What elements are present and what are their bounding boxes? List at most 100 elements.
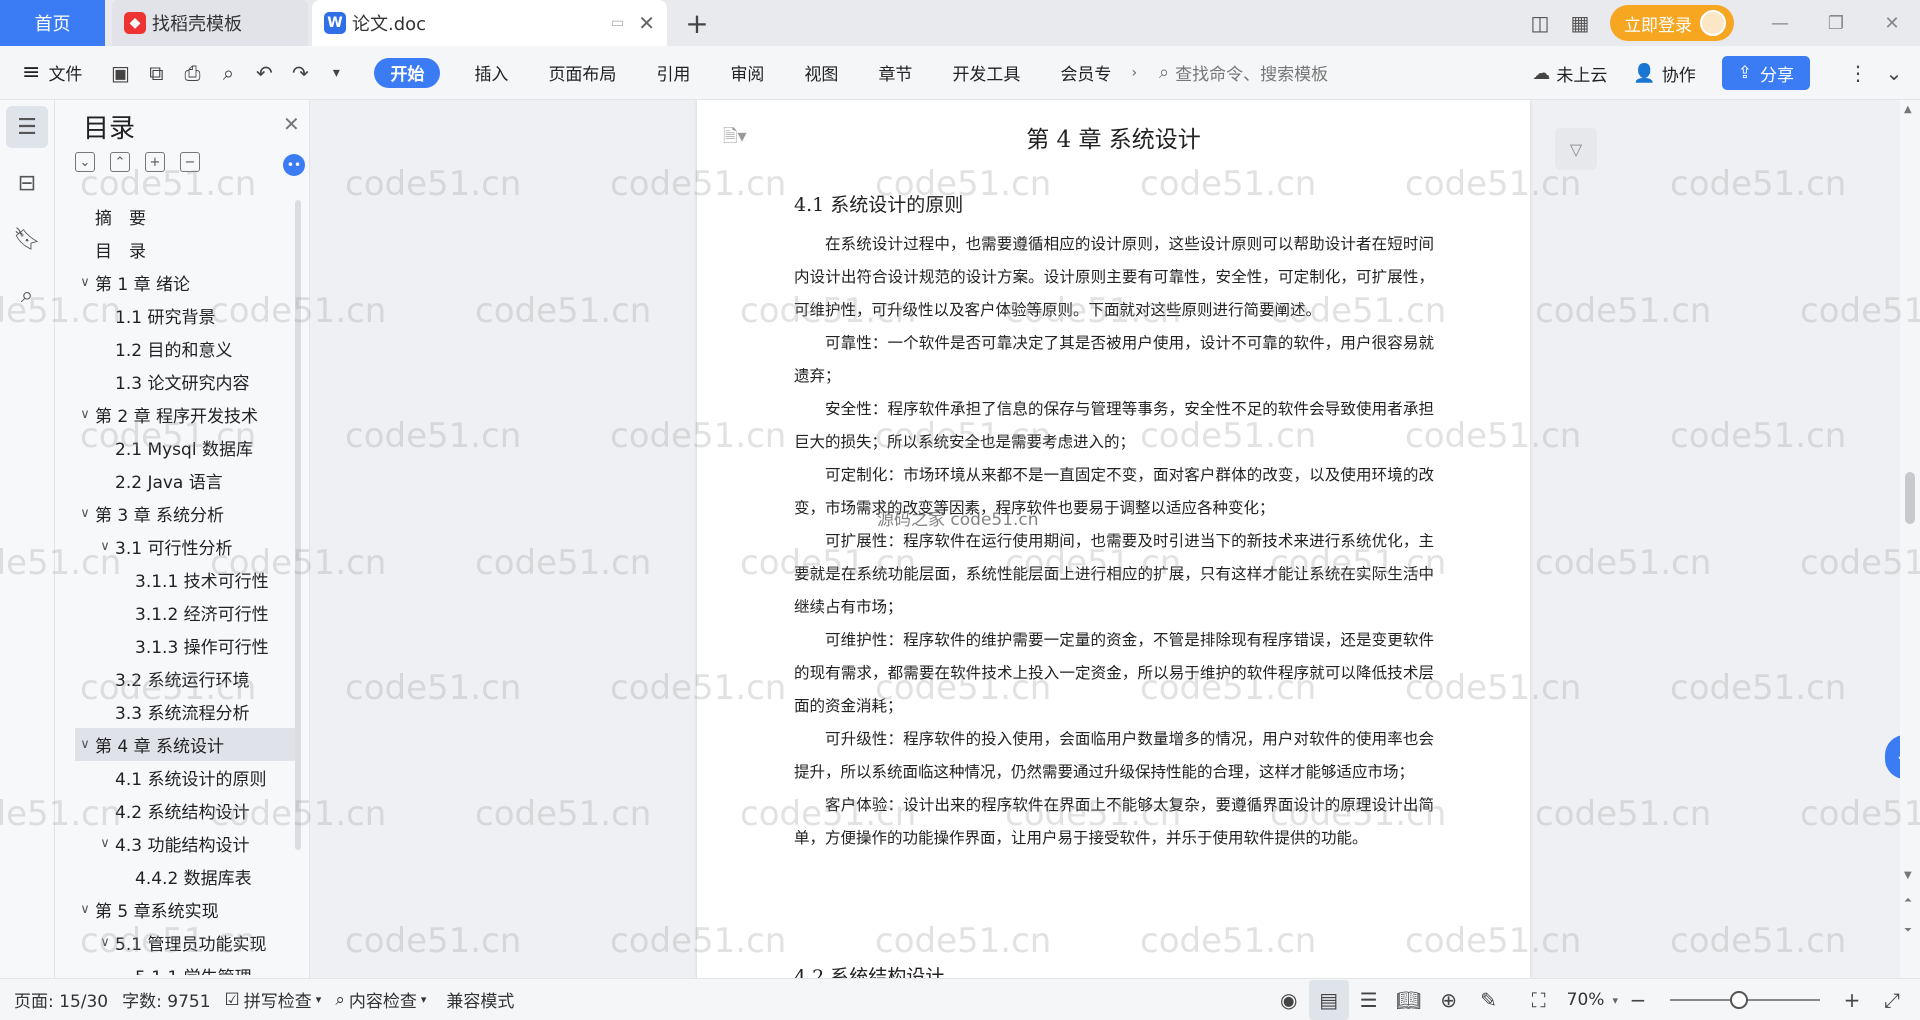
ai-assistant-icon[interactable]: •• (283, 154, 305, 176)
toc-item[interactable]: 3.3 系统流程分析 (75, 695, 295, 728)
reading-view-icon[interactable]: 📖︎ (1389, 980, 1429, 1020)
remove-heading-icon[interactable]: − (180, 152, 200, 172)
chevron-down-icon[interactable]: ∨ (95, 935, 115, 950)
chevron-down-icon[interactable]: ∨ (95, 539, 115, 554)
spell-check-button[interactable]: ☑ 拼写检查 ▾ (225, 987, 322, 1013)
menu-references[interactable]: 引用 (656, 58, 690, 88)
outline-view-icon[interactable]: ☰ (1349, 980, 1389, 1020)
word-count[interactable]: 字数: 9751 (122, 987, 210, 1012)
chevron-down-icon[interactable]: ∨ (75, 902, 95, 917)
minimize-icon[interactable]: — (1752, 0, 1808, 46)
fit-page-icon[interactable]: ⛶ (1519, 980, 1559, 1020)
menu-page-layout[interactable]: 页面布局 (548, 58, 616, 88)
outline-panel-icon[interactable]: ⊟ (6, 162, 48, 204)
toc-item[interactable]: ∨ 4.3 功能结构设计 (75, 827, 295, 860)
zoom-slider[interactable] (1670, 991, 1820, 1009)
toc-item[interactable]: 2.2 Java 语言 (75, 464, 295, 497)
menu-insert[interactable]: 插入 (474, 58, 508, 88)
toc-item[interactable]: 目 录 (75, 233, 295, 266)
toc-item[interactable]: 3.2 系统运行环境 (75, 662, 295, 695)
menu-section[interactable]: 章节 (878, 58, 912, 88)
toc-item[interactable]: ∨ 第 5 章系统实现 (75, 893, 295, 926)
new-tab-button[interactable]: + (677, 3, 717, 43)
collapse-ribbon-icon[interactable]: ⌄ (1876, 55, 1912, 91)
toc-panel-icon[interactable]: ☰ (6, 106, 48, 148)
collapse-all-icon[interactable]: ⌃ (110, 152, 130, 172)
cloud-status[interactable]: ☁ 未上云 (1532, 61, 1607, 86)
toc-item[interactable]: 3.1.1 技术可行性 (75, 563, 295, 596)
menu-home[interactable]: 开始 (374, 57, 441, 88)
close-icon[interactable]: ✕ (283, 112, 300, 136)
toc-item[interactable]: ∨ 3.1 可行性分析 (75, 530, 295, 563)
toc-item[interactable]: 1.3 论文研究内容 (75, 365, 295, 398)
find-icon[interactable]: ⌕ (6, 274, 48, 316)
toc-item[interactable]: 2.1 Mysql 数据库 (75, 431, 295, 464)
zoom-in-icon[interactable]: + (1832, 980, 1872, 1020)
toc-item[interactable]: 3.1.2 经济可行性 (75, 596, 295, 629)
apps-grid-icon[interactable]: ▦ (1560, 5, 1600, 41)
customize-dropdown-icon[interactable]: ▾ (318, 55, 354, 91)
menu-member[interactable]: 会员专 (1060, 58, 1111, 88)
close-tab-icon[interactable]: ✕ (638, 11, 655, 35)
toc-item[interactable]: 摘 要 (75, 200, 295, 233)
toc-item[interactable]: ∨ 第 4 章 系统设计 (75, 728, 295, 761)
toc-item[interactable]: 1.2 目的和意义 (75, 332, 295, 365)
tab-document[interactable]: W 论文.doc ▭ ✕ (312, 0, 667, 46)
expand-all-icon[interactable]: ⌄ (75, 152, 95, 172)
more-options-icon[interactable]: ⋮ (1840, 55, 1876, 91)
menu-developer[interactable]: 开发工具 (952, 58, 1020, 88)
more-menus-icon[interactable]: › (1131, 65, 1137, 81)
page-tools-icon[interactable]: ▽ (1555, 128, 1597, 170)
collaborate-button[interactable]: 👤 协作 (1633, 61, 1695, 86)
share-button[interactable]: ⇪ 分享 (1721, 56, 1810, 90)
monitor-icon[interactable]: ▭ (611, 15, 624, 31)
expand-side-panel-icon[interactable]: ‹ (1885, 735, 1900, 779)
menu-review[interactable]: 审阅 (730, 58, 764, 88)
close-window-icon[interactable]: ✕ (1864, 0, 1920, 46)
login-button[interactable]: 立即登录 (1610, 5, 1734, 41)
toc-item[interactable]: 4.2 系统结构设计 (75, 794, 295, 827)
zoom-out-icon[interactable]: − (1618, 980, 1658, 1020)
command-search[interactable]: ⌕ 查找命令、搜索模板 (1159, 60, 1328, 85)
next-page-icon[interactable]: ⏷ (1904, 925, 1912, 936)
toc-item[interactable]: ∨ 5.1 管理员功能实现 (75, 926, 295, 959)
zoom-slider-knob[interactable] (1730, 991, 1748, 1009)
scroll-up-icon[interactable]: ▲ (1904, 104, 1912, 115)
toc-item[interactable]: 5.1.1 学生管理 (75, 959, 295, 975)
content-check-button[interactable]: ⌕ 内容检查 ▾ (335, 987, 426, 1013)
web-view-icon[interactable]: ⊕ (1429, 980, 1469, 1020)
write-view-icon[interactable]: ✎ (1469, 980, 1509, 1020)
toc-item[interactable]: 4.4.2 数据库表 (75, 860, 295, 893)
toc-scrollbar[interactable] (295, 200, 301, 850)
page-count[interactable]: 页面: 15/30 (14, 987, 108, 1012)
chevron-down-icon[interactable]: ∨ (75, 407, 95, 422)
scroll-down-icon[interactable]: ▼ (1904, 870, 1912, 881)
page-view-icon[interactable]: ▤ (1308, 980, 1349, 1020)
toc-item[interactable]: ∨ 第 3 章 系统分析 (75, 497, 295, 530)
print-icon[interactable]: ⎙ (174, 55, 210, 91)
print-preview-icon[interactable]: ⌕ (210, 55, 246, 91)
restore-icon[interactable]: ❐ (1808, 0, 1864, 46)
chevron-down-icon[interactable]: ∨ (75, 737, 95, 752)
toc-item[interactable]: ∨ 第 2 章 程序开发技术 (75, 398, 295, 431)
fullscreen-icon[interactable]: ⤢ (1872, 980, 1912, 1020)
chevron-down-icon[interactable]: ∨ (75, 506, 95, 521)
chevron-down-icon[interactable]: ∨ (95, 836, 115, 851)
toc-item[interactable]: ∨ 第 1 章 绪论 (75, 266, 295, 299)
save-icon[interactable]: ▣ (102, 55, 138, 91)
layout-icon[interactable]: ◫ (1520, 5, 1560, 41)
zoom-level[interactable]: 70% (1567, 990, 1605, 1010)
tab-template[interactable]: ◆ 找稻壳模板 (112, 0, 308, 46)
toc-item[interactable]: 1.1 研究背景 (75, 299, 295, 332)
tab-home[interactable]: 首页 (0, 0, 105, 46)
eye-protection-icon[interactable]: ◉ (1269, 980, 1309, 1020)
export-icon[interactable]: ⧉ (138, 55, 174, 91)
scrollbar-thumb[interactable] (1905, 472, 1915, 524)
add-heading-icon[interactable]: + (145, 152, 165, 172)
document-page[interactable]: 🗎▾ 第 4 章 系统设计 4.1 系统设计的原则 在系统设计过程中，也需要遵循… (697, 100, 1530, 978)
bookmark-icon[interactable]: 🔖︎ (6, 218, 48, 260)
toc-item[interactable]: 3.1.3 操作可行性 (75, 629, 295, 662)
file-menu[interactable]: ≡ 文件 (22, 60, 82, 85)
undo-icon[interactable]: ↶ (246, 55, 282, 91)
menu-view[interactable]: 视图 (804, 58, 838, 88)
